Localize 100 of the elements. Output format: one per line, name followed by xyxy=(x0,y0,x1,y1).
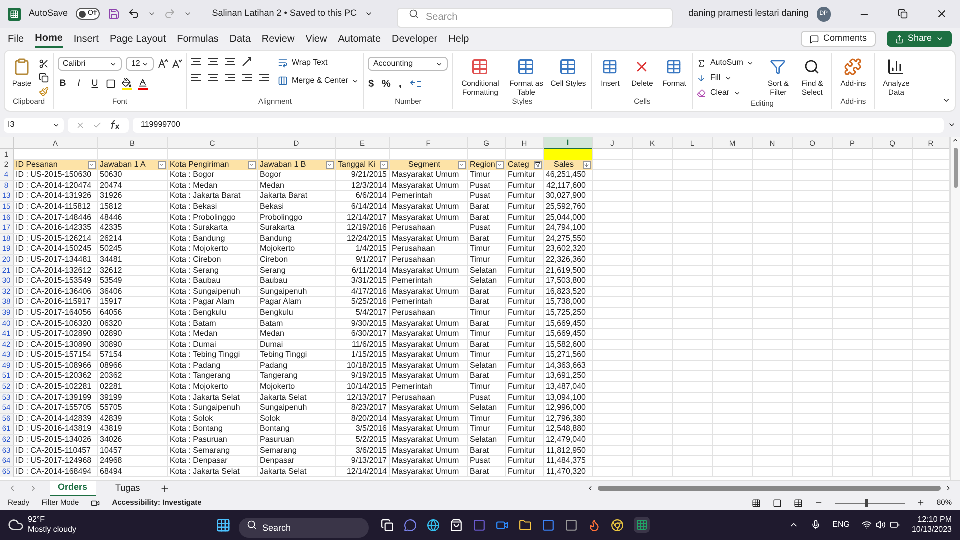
cut-icon[interactable] xyxy=(39,59,49,69)
font-color-icon[interactable] xyxy=(138,78,148,90)
grow-font-icon[interactable] xyxy=(158,59,168,69)
menu-tab[interactable]: Data xyxy=(230,30,251,48)
caret-icon[interactable] xyxy=(352,78,360,84)
caret-icon[interactable] xyxy=(734,90,741,96)
number-format-button[interactable]: , xyxy=(398,77,402,92)
page-layout-icon[interactable] xyxy=(772,498,782,508)
start-icon[interactable] xyxy=(216,518,231,532)
volume-icon[interactable] xyxy=(876,520,886,530)
dropdown-icon[interactable] xyxy=(88,160,96,169)
font-style-button[interactable]: U xyxy=(90,77,100,90)
search-field[interactable]: Search xyxy=(397,8,673,28)
menu-tab[interactable]: Page Layout xyxy=(110,30,166,48)
highlighted-cell[interactable] xyxy=(544,149,593,160)
filter-icon[interactable] xyxy=(534,160,542,169)
next-sheet-icon[interactable] xyxy=(29,484,38,493)
scroll-right-icon[interactable] xyxy=(945,485,952,492)
increase-indent-icon[interactable] xyxy=(259,73,270,83)
spreadsheet-icon[interactable] xyxy=(634,517,650,533)
microphone-icon[interactable] xyxy=(810,520,821,530)
share-button[interactable]: Share xyxy=(886,31,952,47)
decimal-icon[interactable] xyxy=(410,80,422,90)
orientation-icon[interactable] xyxy=(242,57,253,67)
scroll-up-icon[interactable] xyxy=(952,137,959,144)
restore-icon[interactable] xyxy=(898,9,908,19)
caret-icon[interactable] xyxy=(142,60,149,68)
weather-temperature[interactable]: 92°F xyxy=(28,515,76,525)
decrease-indent-icon[interactable] xyxy=(242,73,253,83)
taskbar-search-field[interactable]: Search xyxy=(238,518,369,538)
undo-icon[interactable] xyxy=(128,8,140,20)
menu-tab[interactable]: Help xyxy=(448,30,470,48)
expand-icon[interactable] xyxy=(948,121,956,129)
clock-time[interactable]: 12:10 PM xyxy=(918,515,952,525)
dropdown-icon[interactable] xyxy=(458,160,466,169)
fill-button[interactable]: Fill xyxy=(697,72,760,84)
bag-icon[interactable] xyxy=(450,518,463,532)
vertical-scrollbar[interactable] xyxy=(950,137,960,480)
shrink-font-icon[interactable] xyxy=(172,59,182,69)
customize-icon[interactable] xyxy=(184,10,192,18)
borders-icon[interactable] xyxy=(106,78,116,89)
align-bottom-icon[interactable] xyxy=(225,57,236,67)
comments-button[interactable]: Comments xyxy=(801,31,876,47)
caret-icon[interactable] xyxy=(747,60,754,66)
task-view-icon[interactable] xyxy=(380,518,394,532)
dropdown-icon[interactable] xyxy=(496,160,504,169)
align-right-icon[interactable] xyxy=(225,73,236,83)
caret-icon[interactable] xyxy=(436,60,444,68)
number-format-button[interactable]: % xyxy=(382,77,391,92)
wifi-icon[interactable] xyxy=(862,520,872,530)
align-middle-icon[interactable] xyxy=(208,57,219,67)
dropdown-icon[interactable] xyxy=(380,160,388,169)
align-center-icon[interactable] xyxy=(208,73,219,83)
menu-tab[interactable]: Developer xyxy=(392,30,438,48)
menu-tab[interactable]: File xyxy=(8,30,24,48)
dropdown-icon[interactable] xyxy=(248,160,256,169)
folder-icon[interactable] xyxy=(518,518,532,532)
font-style-button[interactable]: B xyxy=(58,77,68,90)
menu-tab[interactable]: Automate xyxy=(338,30,382,48)
dropdown-icon[interactable] xyxy=(326,160,334,169)
horizontal-scrollbar[interactable] xyxy=(587,484,952,492)
name-box[interactable]: I3 xyxy=(4,118,64,132)
scroll-left-icon[interactable] xyxy=(587,485,594,492)
language-indicator[interactable]: ENG xyxy=(832,519,850,531)
menu-tab[interactable]: Insert xyxy=(74,30,99,48)
menu-tab[interactable]: Formulas xyxy=(177,30,219,48)
number-format-button[interactable]: $ xyxy=(368,77,374,92)
font-size-field[interactable]: 12 xyxy=(126,57,154,71)
caret-icon[interactable] xyxy=(724,74,732,82)
menu-tab[interactable]: Review xyxy=(262,30,295,48)
flame-icon[interactable] xyxy=(588,518,601,532)
sheet-tab[interactable]: Tugas xyxy=(108,480,148,496)
clear-button[interactable]: Clear xyxy=(697,87,760,99)
caret-icon[interactable] xyxy=(53,122,60,128)
function-icon[interactable] xyxy=(110,120,121,130)
formula-field[interactable]: 119999700 xyxy=(133,118,944,132)
align-top-icon[interactable] xyxy=(191,57,202,67)
globe-icon[interactable] xyxy=(426,518,440,532)
battery-icon[interactable] xyxy=(890,520,900,530)
zoom-slider-thumb[interactable] xyxy=(864,499,868,507)
page-break-icon[interactable] xyxy=(794,498,803,508)
font-style-button[interactable]: I xyxy=(74,77,84,90)
font-name-field[interactable]: Calibri xyxy=(58,57,122,71)
caret-icon[interactable] xyxy=(936,35,944,43)
collapse-ribbon-icon[interactable] xyxy=(942,96,951,105)
camera-icon[interactable] xyxy=(91,498,100,508)
normal-view-icon[interactable] xyxy=(752,498,761,508)
video-icon[interactable] xyxy=(496,518,509,532)
clock-date[interactable]: 10/13/2023 xyxy=(912,525,952,535)
close-icon[interactable] xyxy=(936,8,948,20)
save-icon[interactable] xyxy=(108,8,120,20)
document-title[interactable]: Salinan Latihan 2 • Saved to this PC xyxy=(212,7,357,21)
zoom-in-icon[interactable] xyxy=(916,499,925,507)
copy-icon[interactable] xyxy=(39,73,49,83)
align-left-icon[interactable] xyxy=(191,73,202,83)
add-sheet-icon[interactable] xyxy=(160,484,170,494)
menu-tab[interactable]: View xyxy=(306,30,328,48)
chat-icon[interactable] xyxy=(404,518,417,532)
sheet-tab[interactable]: Orders xyxy=(50,480,96,496)
format-painter-icon[interactable] xyxy=(39,87,49,97)
